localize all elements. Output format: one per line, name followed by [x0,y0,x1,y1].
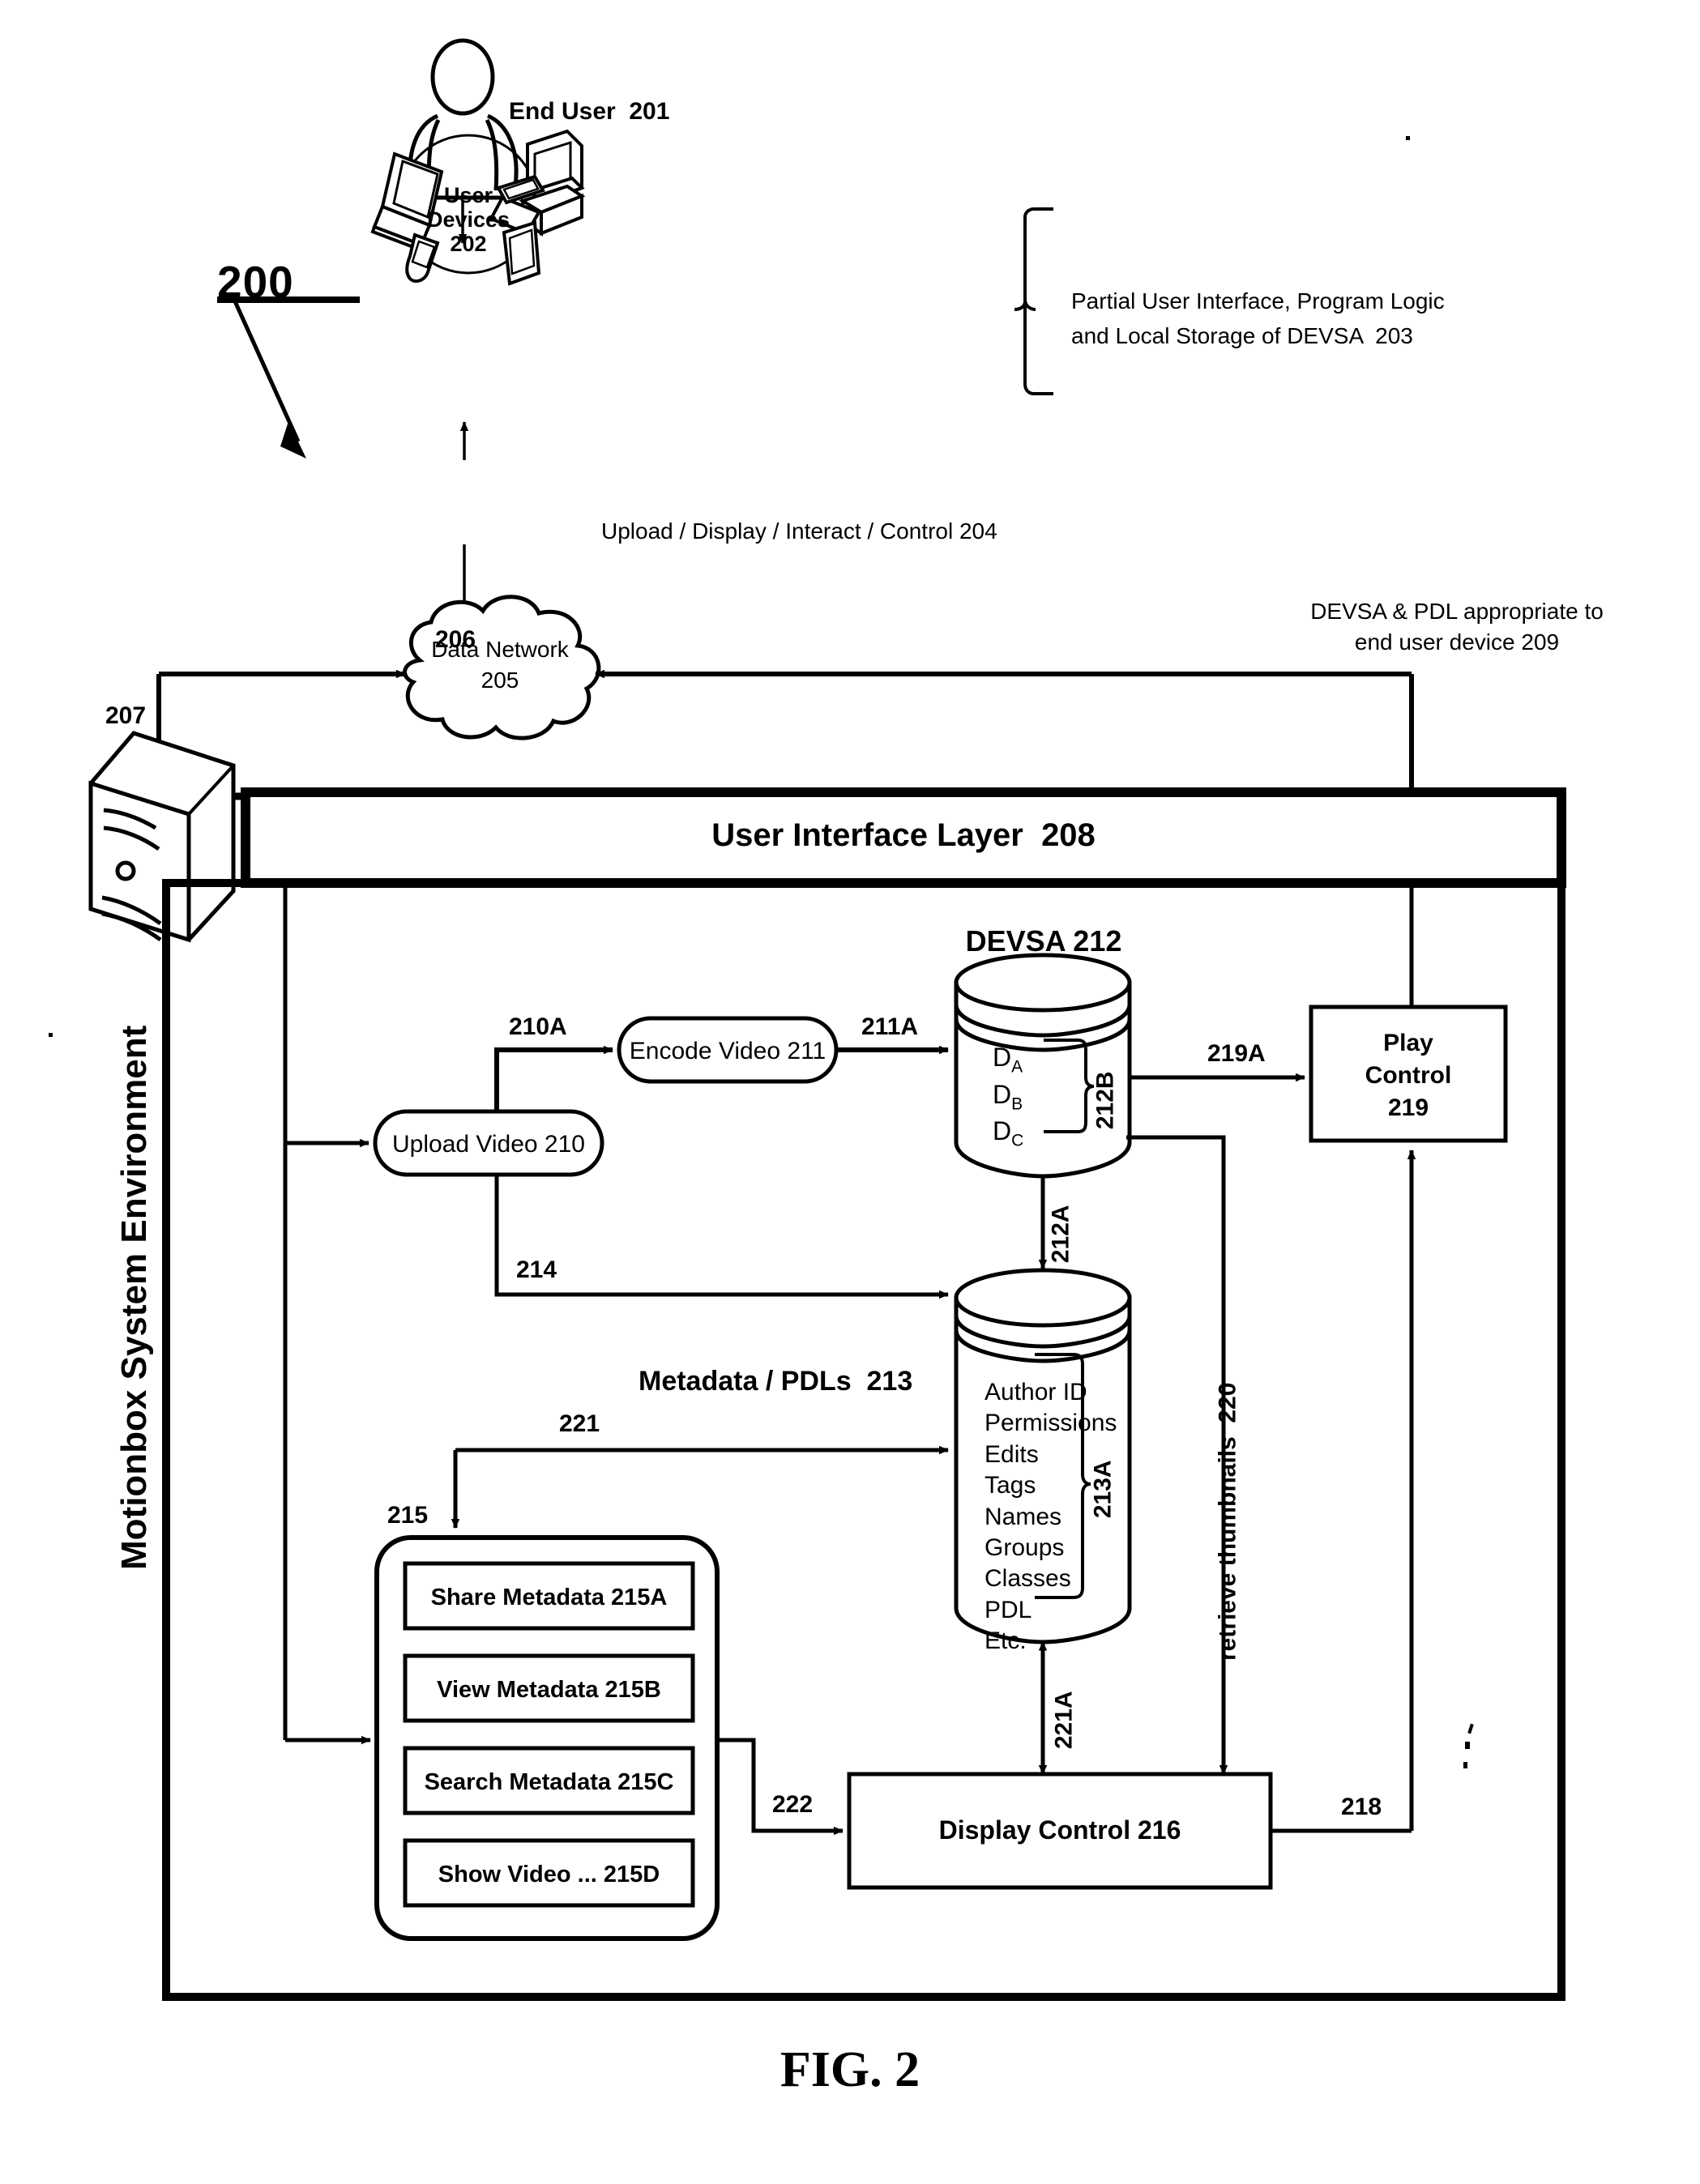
server-ref-207: 207 [105,702,147,729]
figure-ref-200: 200 [217,257,294,307]
user-devices-label-line1: User [443,183,493,207]
view-metadata-label: View Metadata 215B [437,1677,661,1703]
motionbox-environment-title: Motionbox System Environment [114,1025,155,1570]
share-metadata-label: Share Metadata 215A [430,1585,668,1610]
play-control-label-line2: Control [1365,1062,1452,1089]
display-control-label: Display Control 216 [938,1815,1181,1845]
scan-artifacts [49,136,1474,1768]
group-ref-215: 215 [387,1502,429,1529]
encode-video-label: Encode Video 211 [629,1038,827,1064]
patent-figure-2: 200 End User 201 User Devices 202 Partia… [0,0,1700,2184]
play-control-label-line1: Play [1383,1030,1433,1056]
devsa-item-1: DB [993,1079,1023,1114]
retrieve-thumbnails-label: retrieve thumbnails 220 [1214,1382,1241,1661]
edge-label-219A: 219A [1207,1040,1266,1067]
arrow-220-retrieve-thumbnails [1126,1135,1228,1775]
diagram-vector-layer [49,38,1566,2001]
edge-label-212A: 212A [1047,1205,1074,1264]
devsa-item-sub-2: C [1011,1131,1024,1150]
edge-label-211A: 211A [861,1013,919,1040]
devsa-contents: DA DB DC [993,1041,1023,1152]
show-video-label: Show Video ... 215D [438,1862,660,1888]
search-metadata-label: Search Metadata 215C [424,1769,674,1795]
devsa-item-sub-0: A [1011,1057,1023,1077]
edge-label-210A: 210A [509,1013,567,1040]
metadata-item: PDL [985,1596,1032,1623]
devsa-item-0: DA [993,1043,1023,1077]
edge-label-222: 222 [772,1791,814,1818]
arrow-210A [494,1045,613,1111]
user-devices-label-line2: Devices [426,207,510,232]
upload-display-interact-control-label: Upload / Display / Interact / Control 20… [601,518,997,544]
arrow-214 [494,1175,949,1299]
devsa-title: DEVSA 212 [965,924,1122,958]
user-devices-label-line3: 202 [450,232,487,256]
figure-200-leader [217,296,360,459]
edge-label-218: 218 [1341,1794,1382,1820]
devsa-bracket-label-line1: Partial User Interface, Program Logic [1071,288,1445,314]
devsa-pdl-label-line1: DEVSA & PDL appropriate to [1310,599,1604,624]
edge-label-221: 221 [559,1410,600,1437]
edge-label-221A: 221A [1050,1691,1078,1750]
upload-video-label: Upload Video 210 [392,1131,585,1158]
user-interface-layer-label: User Interface Layer 208 [711,817,1096,853]
metadata-item: Etc. [985,1627,1027,1655]
devsa-item-sub-1: B [1011,1094,1023,1114]
edge-label-214: 214 [516,1256,557,1283]
devsa-bracket-label-line2: and Local Storage of DEVSA 203 [1071,323,1413,348]
play-control-label-line3: 219 [1387,1094,1429,1121]
metadata-item: Classes [985,1565,1071,1593]
metadata-brace-ref-213A: 213A [1089,1460,1117,1519]
devsa-item-2: DC [993,1116,1024,1150]
devsa-brace-ref-212B: 212B [1091,1071,1119,1130]
data-network-label-line2: 205 [481,668,519,693]
metadata-item: Author ID [985,1379,1087,1406]
metadata-title: Metadata / PDLs 213 [639,1366,913,1397]
end-user-label: End User 201 [509,98,670,125]
edge-label-206: 206 [435,626,476,653]
figure-caption: FIG. 2 [780,2042,920,2097]
devsa-bracket [1014,207,1053,395]
devsa-pdl-label-line2: end user device 209 [1354,629,1560,655]
